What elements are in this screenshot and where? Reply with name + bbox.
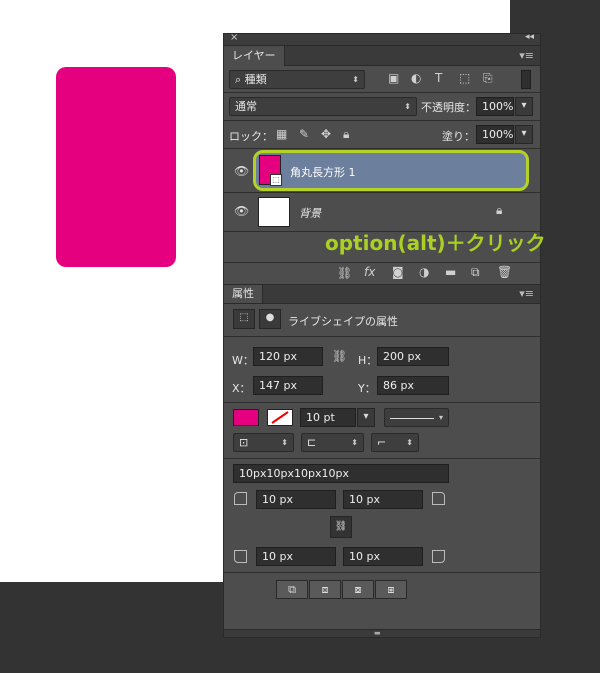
stroke-width-input[interactable]: 10 pt — [300, 408, 356, 427]
layer-name[interactable]: 背景 — [299, 205, 321, 221]
no-stroke-icon — [271, 411, 289, 424]
link-icon[interactable]: ⛓ — [332, 349, 347, 363]
blend-mode-label: 通常 — [235, 100, 257, 113]
tab-properties[interactable]: 属性 — [224, 285, 263, 303]
filter-kind-select[interactable]: ⌕ 種類 ⬍ — [229, 70, 365, 89]
trash-icon[interactable]: 🗑︎ — [497, 265, 512, 279]
opacity-label: 不透明度： — [421, 101, 476, 114]
radius-bottom-right-input[interactable]: 10 px — [343, 547, 423, 566]
properties-title: ライブシェイプの属性 — [288, 315, 398, 328]
x-label: X： — [232, 382, 251, 395]
panel-titlebar: × ◂◂ — [224, 32, 540, 46]
corner-icon: ⌐ — [377, 436, 387, 449]
lock-icon: 🔒︎ — [496, 203, 503, 217]
fill-color-swatch[interactable] — [233, 409, 259, 426]
filter-kind-label: 種類 — [244, 73, 267, 86]
layer-thumbnail: ⬚ — [259, 155, 282, 186]
link-radii-button[interactable]: ⛓ — [330, 516, 352, 538]
radius-top-right-input[interactable]: 10 px — [343, 490, 423, 509]
lock-transparency-icon[interactable]: ▦ — [276, 127, 287, 141]
path-combine-button[interactable]: ⧉ — [276, 580, 308, 599]
layer-thumbnail — [258, 197, 290, 227]
width-input[interactable]: 120 px — [253, 347, 323, 366]
panel-menu-icon[interactable]: ▾≡ — [519, 287, 534, 300]
opacity-input[interactable]: 100% — [476, 97, 514, 116]
blend-mode-select[interactable]: 通常 ⬍ — [229, 97, 417, 116]
stroke-width-dropdown[interactable]: ▾ — [357, 408, 375, 427]
updown-icon: ⬍ — [404, 102, 411, 111]
search-icon: ⌕ — [235, 73, 245, 86]
y-label: Y： — [358, 382, 376, 395]
layer-row-rounded-rect[interactable]: ⬚ 角丸長方形 1 — [253, 150, 529, 191]
updown-icon: ⬍ — [352, 75, 359, 84]
fill-input[interactable]: 100% — [476, 125, 514, 144]
path-exclude-button[interactable]: ⧆ — [375, 580, 407, 599]
adjustment-icon[interactable]: ◑ — [419, 265, 429, 279]
h-label: H： — [358, 354, 378, 367]
filter-toggle[interactable] — [521, 70, 531, 89]
type-filter-icon[interactable]: T — [435, 71, 442, 85]
fill-dropdown[interactable]: ▾ — [515, 125, 533, 144]
lock-label: ロック： — [229, 130, 273, 143]
stroke-color-swatch[interactable] — [267, 409, 293, 426]
live-shape-icon: ⬚ — [233, 309, 255, 329]
fx-icon[interactable]: fx — [364, 265, 375, 279]
corner-tl-icon — [234, 492, 247, 505]
panel-menu-icon[interactable]: ▾≡ — [519, 49, 534, 62]
layer-name[interactable]: 角丸長方形 1 — [290, 164, 356, 180]
radius-bottom-left-input[interactable]: 10 px — [256, 547, 336, 566]
fill-label: 塗り： — [442, 130, 475, 143]
path-subtract-button[interactable]: ⧈ — [309, 580, 341, 599]
cap-icon: ⊏ — [307, 436, 317, 449]
shape-filter-icon[interactable]: ⬚ — [459, 71, 470, 85]
layers-tabbar: レイヤー ▾≡ — [224, 46, 540, 66]
new-layer-icon[interactable]: ⧉ — [471, 265, 480, 280]
w-label: W： — [232, 354, 254, 367]
corner-bl-icon — [234, 550, 247, 563]
align-icon: ⊡ — [239, 436, 249, 449]
corner-radii-input[interactable]: 10px10px10px10px — [233, 464, 449, 483]
stroke-align-select[interactable]: ⊡ ⬍ — [233, 433, 294, 452]
stroke-cap-select[interactable]: ⊏ ⬍ — [301, 433, 364, 452]
annotation-callout: option(alt)＋クリック — [325, 231, 546, 255]
height-input[interactable]: 200 px — [377, 347, 449, 366]
corner-br-icon — [432, 550, 445, 563]
properties-tabbar: 属性 ▾≡ — [224, 284, 540, 304]
opacity-dropdown[interactable]: ▾ — [515, 97, 533, 116]
radius-top-left-input[interactable]: 10 px — [256, 490, 336, 509]
eye-icon[interactable]: 👁︎ — [234, 204, 249, 218]
smartobject-filter-icon[interactable]: ⎘ — [483, 71, 493, 86]
link-icon[interactable]: ⛓ — [337, 266, 352, 280]
panel-resize-handle[interactable]: ▬ — [224, 629, 540, 637]
corner-tr-icon — [432, 492, 445, 505]
lock-pixels-icon[interactable]: ✎ — [299, 127, 309, 141]
path-intersect-button[interactable]: ⧇ — [342, 580, 374, 599]
panel-group: × ◂◂ レイヤー ▾≡ ⌕ 種類 ⬍ ▣ ◐ T ⬚ ⎘ 通常 ⬍ 不透明度：… — [223, 32, 541, 638]
lock-all-icon[interactable]: 🔒︎ — [343, 127, 349, 142]
mask-properties-icon[interactable]: ● — [259, 309, 281, 329]
rounded-rectangle-shape[interactable] — [56, 67, 176, 267]
folder-icon[interactable]: ▬ — [445, 265, 456, 279]
collapse-icon[interactable]: ◂◂ — [525, 32, 534, 42]
tab-layers[interactable]: レイヤー — [224, 46, 285, 66]
pixel-filter-icon[interactable]: ▣ — [388, 71, 399, 85]
mask-icon[interactable]: ◙ — [392, 265, 404, 279]
adjustment-filter-icon[interactable]: ◐ — [411, 71, 421, 85]
stroke-style-select[interactable]: ▾ — [384, 408, 449, 427]
stroke-corner-select[interactable]: ⌐ ⬍ — [371, 433, 419, 452]
shape-badge-icon: ⬚ — [270, 174, 282, 186]
y-input[interactable]: 86 px — [377, 376, 449, 395]
lock-position-icon[interactable]: ✥ — [321, 127, 331, 141]
x-input[interactable]: 147 px — [253, 376, 323, 395]
layer-row-background[interactable]: 👁︎ 背景 🔒︎ — [224, 192, 540, 232]
close-icon[interactable]: × — [230, 32, 238, 43]
eye-icon[interactable]: 👁︎ — [234, 164, 249, 178]
